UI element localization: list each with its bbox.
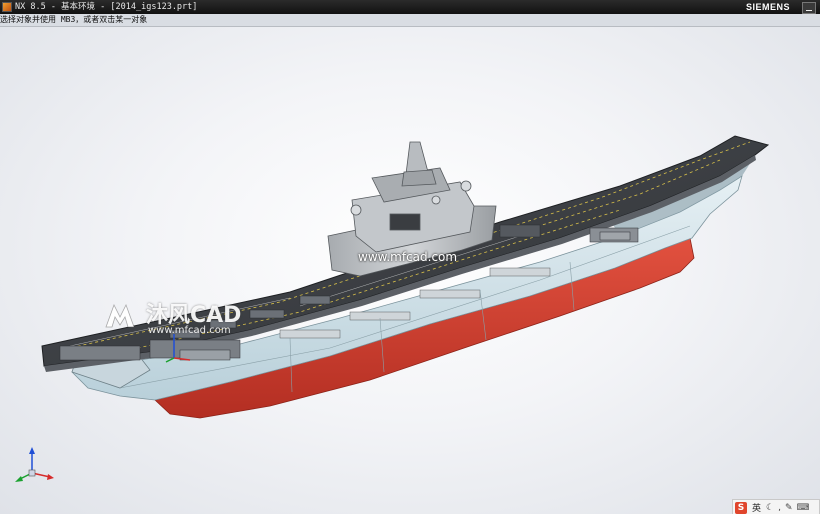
siemens-brand: SIEMENS xyxy=(745,2,790,12)
triad-y-arrow xyxy=(15,476,23,482)
moon-icon[interactable]: ☾ xyxy=(766,503,774,513)
nx-window: NX 8.5 - 基本环境 - [2014_igs123.prt] SIEMEN… xyxy=(0,0,820,514)
triad-origin xyxy=(28,469,36,477)
view-triad[interactable] xyxy=(10,445,58,485)
logo-subtext: www.mfcad.com xyxy=(148,325,231,336)
ime-language-toggle[interactable]: 英 xyxy=(752,501,761,514)
graphics-window[interactable]: www.mfcad.com 沐风CAD www.mfcad.com xyxy=(0,27,820,514)
pen-icon[interactable]: ✎ xyxy=(785,503,793,513)
nx-app-icon[interactable] xyxy=(2,2,12,12)
ime-toolbar[interactable]: S 英 ☾ , ✎ ⌨ xyxy=(732,499,820,514)
window-title: NX 8.5 - 基本环境 - [2014_igs123.prt] xyxy=(15,2,198,12)
cue-line: 选择对象并使用 MB3，或者双击某一对象 xyxy=(0,14,820,27)
keyboard-icon[interactable]: ⌨ xyxy=(797,503,810,513)
minimize-button[interactable] xyxy=(802,2,816,14)
watermark-logo: 沐风CAD www.mfcad.com xyxy=(104,299,264,339)
triad-z-arrow xyxy=(29,447,35,454)
carrier-model[interactable] xyxy=(0,27,820,514)
mfcad-logo-icon xyxy=(105,303,135,328)
sogou-logo-icon[interactable]: S xyxy=(735,501,747,514)
watermark-url: www.mfcad.com xyxy=(358,250,458,264)
minimize-icon xyxy=(806,10,812,11)
comma-icon[interactable]: , xyxy=(778,503,781,513)
title-bar[interactable]: NX 8.5 - 基本环境 - [2014_igs123.prt] SIEMEN… xyxy=(0,0,820,14)
triad-x-arrow xyxy=(47,474,54,480)
